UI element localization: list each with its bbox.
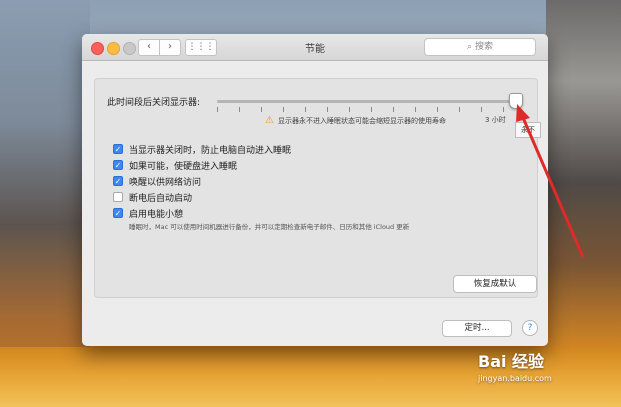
option-prevent-sleep[interactable]: ✓ 当显示器关闭时，防止电脑自动进入睡眠 [113,141,409,157]
search-icon: ⌕ [467,42,473,52]
warning-icon: ⚠ [265,115,274,126]
settings-panel: 此时间段后关闭显示器: ⚠ 显示器永不进入睡眠状态可能会缩短显示器的使用寿命 3… [94,78,538,298]
display-sleep-slider-track[interactable] [217,100,517,103]
display-sleep-label: 此时间段后关闭显示器: [107,98,201,108]
restore-defaults-button[interactable]: 恢复成默认 [453,275,537,293]
option-auto-restart[interactable]: 断电后自动启动 [113,189,409,205]
warning-row: ⚠ 显示器永不进入睡眠状态可能会缩短显示器的使用寿命 [265,115,446,126]
tick-label-3h: 3 小时 [485,116,506,124]
option-label: 当显示器关闭时，防止电脑自动进入睡眠 [129,145,292,156]
checkbox-wake-network[interactable]: ✓ [113,176,123,186]
slider-ticks [217,107,517,112]
checkbox-disk-sleep[interactable]: ✓ [113,160,123,170]
display-sleep-slider-thumb[interactable] [509,93,523,109]
option-label: 如果可能，使硬盘进入睡眠 [129,161,238,172]
search-placeholder: 搜索 [474,42,493,52]
option-wake-network[interactable]: ✓ 唤醒以供网络访问 [113,173,409,189]
desktop-background-left [0,0,90,407]
watermark-url: jingyan.baidu.com [478,374,552,383]
checkbox-power-nap[interactable]: ✓ [113,208,123,218]
watermark: Bai 经验 jingyan.baidu.com [478,348,552,383]
options-list: ✓ 当显示器关闭时，防止电脑自动进入睡眠 ✓ 如果可能，使硬盘进入睡眠 ✓ 唤醒… [113,141,409,231]
warning-text: 显示器永不进入睡眠状态可能会缩短显示器的使用寿命 [277,116,446,125]
option-disk-sleep[interactable]: ✓ 如果可能，使硬盘进入睡眠 [113,157,409,173]
option-label: 启用电能小憩 [129,209,184,220]
search-field[interactable]: ⌕ 搜索 [424,38,536,56]
option-label: 唤醒以供网络访问 [129,177,202,188]
desktop-background-right [546,0,621,407]
power-nap-note: 睡眠时，Mac 可以使用时间机器进行备份，并可以定期检查新电子邮件、日历和其他 … [129,223,410,231]
slider-value-tooltip: 永不 [515,122,541,138]
option-label: 断电后自动启动 [129,193,193,204]
option-power-nap[interactable]: ✓ 启用电能小憩 [113,205,409,221]
watermark-brand: Bai 经验 [478,352,545,371]
energy-saver-window: ‹ › ⋮⋮⋮ 节能 ⌕ 搜索 此时间段后关闭显示器: ⚠ 显示器永不进入睡眠状… [82,34,548,346]
title-bar: ‹ › ⋮⋮⋮ 节能 ⌕ 搜索 [82,34,548,61]
checkbox-auto-restart[interactable] [113,192,123,202]
checkbox-prevent-sleep[interactable]: ✓ [113,144,123,154]
help-button[interactable]: ? [522,320,538,336]
schedule-button[interactable]: 定时... [442,320,512,337]
